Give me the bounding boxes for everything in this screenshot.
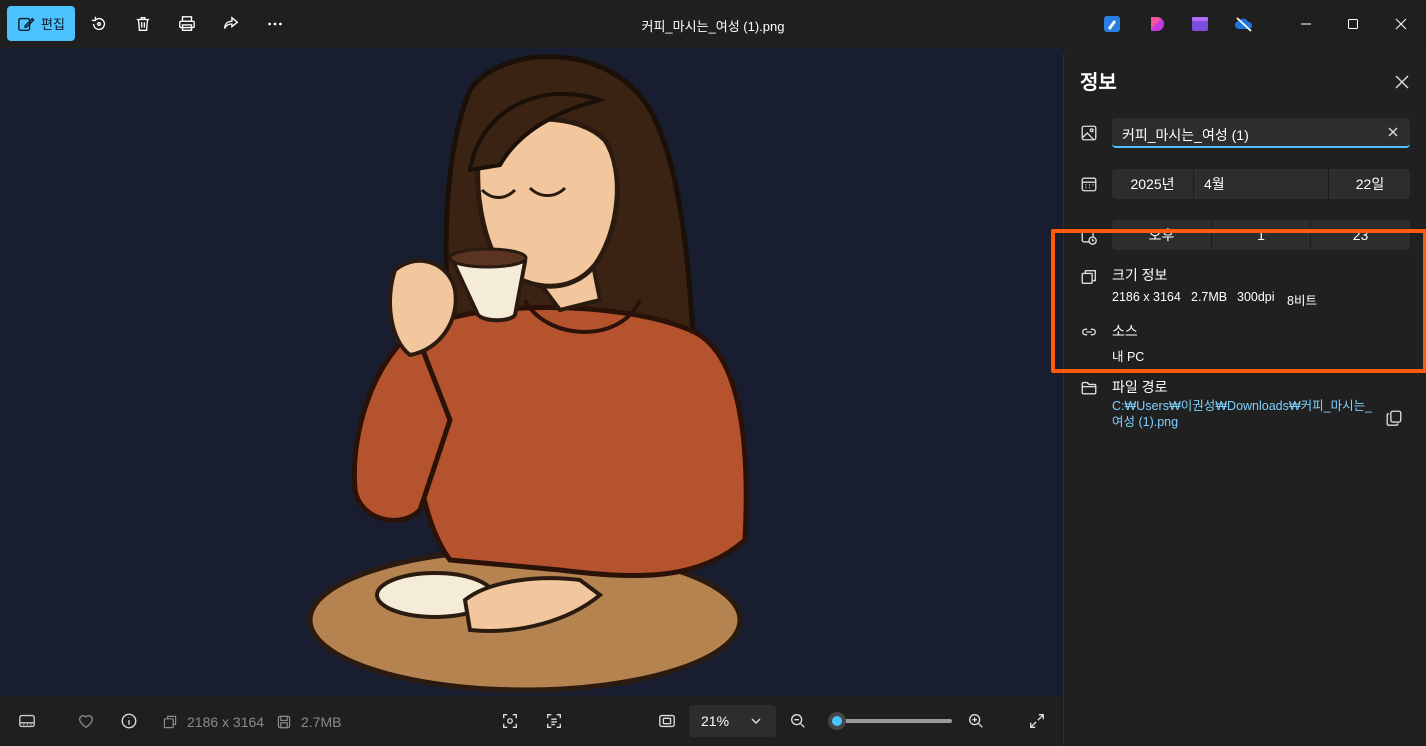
rotate-icon <box>91 16 106 31</box>
close-panel-button[interactable] <box>1390 70 1414 94</box>
maximize-button[interactable] <box>1329 0 1377 48</box>
highlight-annotation-box <box>1051 229 1426 373</box>
filmstrip-icon <box>19 714 35 728</box>
month-field[interactable]: 4월 <box>1194 169 1329 199</box>
print-button[interactable] <box>170 8 204 40</box>
zoom-out-icon <box>791 714 805 728</box>
pen-edit-icon <box>18 17 35 31</box>
file-path-link-line1[interactable]: C:₩Users₩이권성₩Downloads₩커피_마시는_ <box>1112 398 1372 414</box>
file-path-label: 파일 경로 <box>1112 379 1168 395</box>
more-icon <box>268 22 282 26</box>
date-picker[interactable]: 2025년 4월 22일 <box>1112 169 1410 199</box>
more-button[interactable] <box>258 8 292 40</box>
calendar-icon <box>1081 177 1097 192</box>
edit-button[interactable]: 편집 <box>7 6 75 41</box>
edit-button-label: 편집 <box>41 17 65 32</box>
close-window-button[interactable] <box>1377 0 1425 48</box>
info-icon <box>121 713 137 729</box>
heart-icon <box>79 715 93 729</box>
info-button[interactable] <box>116 708 142 734</box>
trash-icon <box>136 17 150 31</box>
zoom-slider-track[interactable] <box>831 719 952 723</box>
file-path-link-line2[interactable]: 여성 (1).png <box>1112 414 1178 430</box>
expand-icon <box>1030 714 1044 728</box>
fullscreen-button[interactable] <box>1024 708 1050 734</box>
visual-search-icon <box>503 714 517 728</box>
file-name-input[interactable]: 커피_마시는_여성 (1) <box>1112 118 1410 148</box>
coffee-woman-illustration <box>307 54 749 693</box>
delete-button[interactable] <box>126 8 160 40</box>
info-panel: 정보 커피_마시는_여성 (1) 2025년 4월 22일 오후 1 23 크기… <box>1063 48 1426 746</box>
fit-screen-icon <box>659 714 675 728</box>
close-icon <box>1395 18 1407 30</box>
zoom-out-button[interactable] <box>785 708 811 734</box>
filmstrip-toggle-button[interactable] <box>14 708 40 734</box>
zoom-in-icon <box>969 714 983 728</box>
file-size: 2.7MB <box>301 714 342 730</box>
clipchamp-icon[interactable] <box>1147 14 1167 34</box>
text-scan-icon <box>547 714 561 728</box>
maximize-icon <box>1348 19 1358 29</box>
zoom-value: 21% <box>701 713 730 729</box>
chevron-down-icon <box>751 718 761 724</box>
onedrive-icon[interactable] <box>1234 14 1254 34</box>
minimize-icon <box>1301 23 1311 25</box>
share-button[interactable] <box>214 8 248 40</box>
file-size-icon <box>277 715 291 729</box>
zoom-in-button[interactable] <box>963 708 989 734</box>
zoom-slider-thumb[interactable] <box>828 712 847 730</box>
text-extract-button[interactable] <box>541 708 567 734</box>
year-field[interactable]: 2025년 <box>1112 169 1194 199</box>
minimize-button[interactable] <box>1282 0 1330 48</box>
dimensions-icon <box>163 715 177 729</box>
print-icon <box>179 16 195 31</box>
copy-path-button[interactable] <box>1382 406 1406 430</box>
video-editor-icon[interactable] <box>1190 14 1210 34</box>
image-icon <box>1081 125 1097 141</box>
designer-app-icon[interactable] <box>1102 14 1122 34</box>
rotate-button[interactable] <box>82 8 116 40</box>
zoom-level-dropdown[interactable]: 21% <box>689 705 776 737</box>
folder-icon <box>1081 381 1097 395</box>
image-canvas[interactable] <box>0 48 1062 696</box>
title-bar: 편집 커피_마시는_여성 (1).png <box>0 0 1426 48</box>
close-icon <box>1395 75 1409 89</box>
fit-to-window-button[interactable] <box>654 708 680 734</box>
share-icon <box>224 16 239 29</box>
clear-icon[interactable] <box>1388 127 1398 137</box>
file-name-value: 커피_마시는_여성 (1) <box>1122 127 1249 143</box>
panel-title: 정보 <box>1080 72 1117 94</box>
day-field[interactable]: 22일 <box>1330 169 1410 199</box>
image-dimensions: 2186 x 3164 <box>187 714 265 730</box>
visual-search-button[interactable] <box>497 708 523 734</box>
favorite-button[interactable] <box>73 708 99 734</box>
copy-icon <box>1386 410 1402 426</box>
